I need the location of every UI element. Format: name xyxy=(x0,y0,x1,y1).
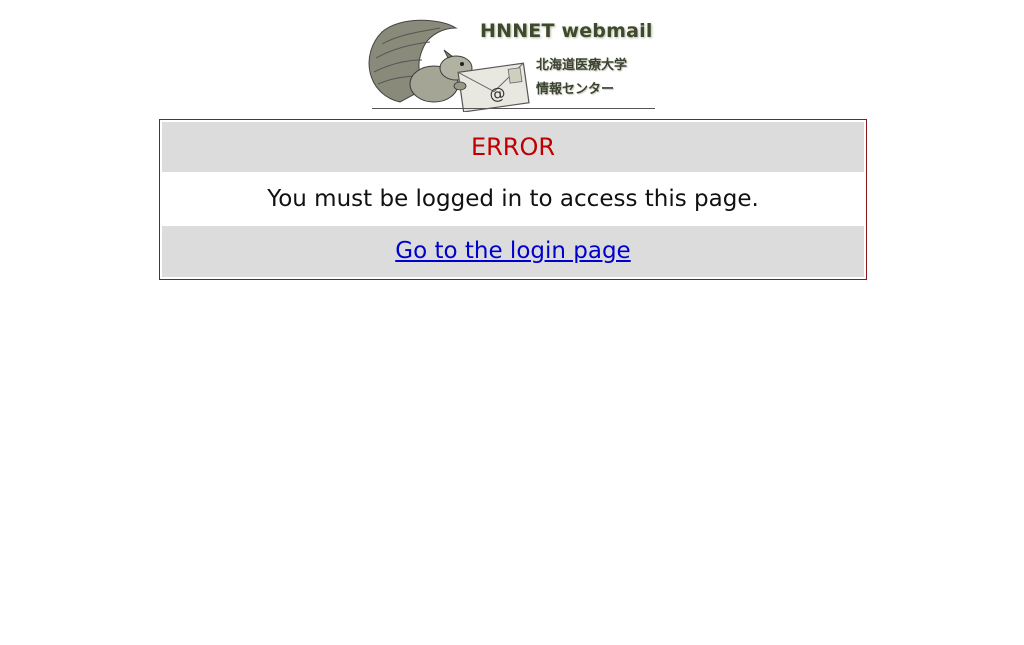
error-message: You must be logged in to access this pag… xyxy=(162,172,864,226)
error-panel: ERROR You must be logged in to access th… xyxy=(159,119,867,280)
hnnet-logo: @ HNNET webmail 北海道医療大学 情報センター xyxy=(360,14,660,112)
at-symbol: @ xyxy=(488,83,506,104)
logo-subtitle-university: 北海道医療大学 xyxy=(536,58,628,73)
error-heading: ERROR xyxy=(162,122,864,172)
login-page-link[interactable]: Go to the login page xyxy=(395,238,630,264)
logo-subtitle-center: 情報センター xyxy=(536,82,615,97)
login-link-row: Go to the login page xyxy=(162,226,864,277)
logo-divider xyxy=(372,108,655,109)
logo-title: HNNET webmail xyxy=(480,20,653,42)
